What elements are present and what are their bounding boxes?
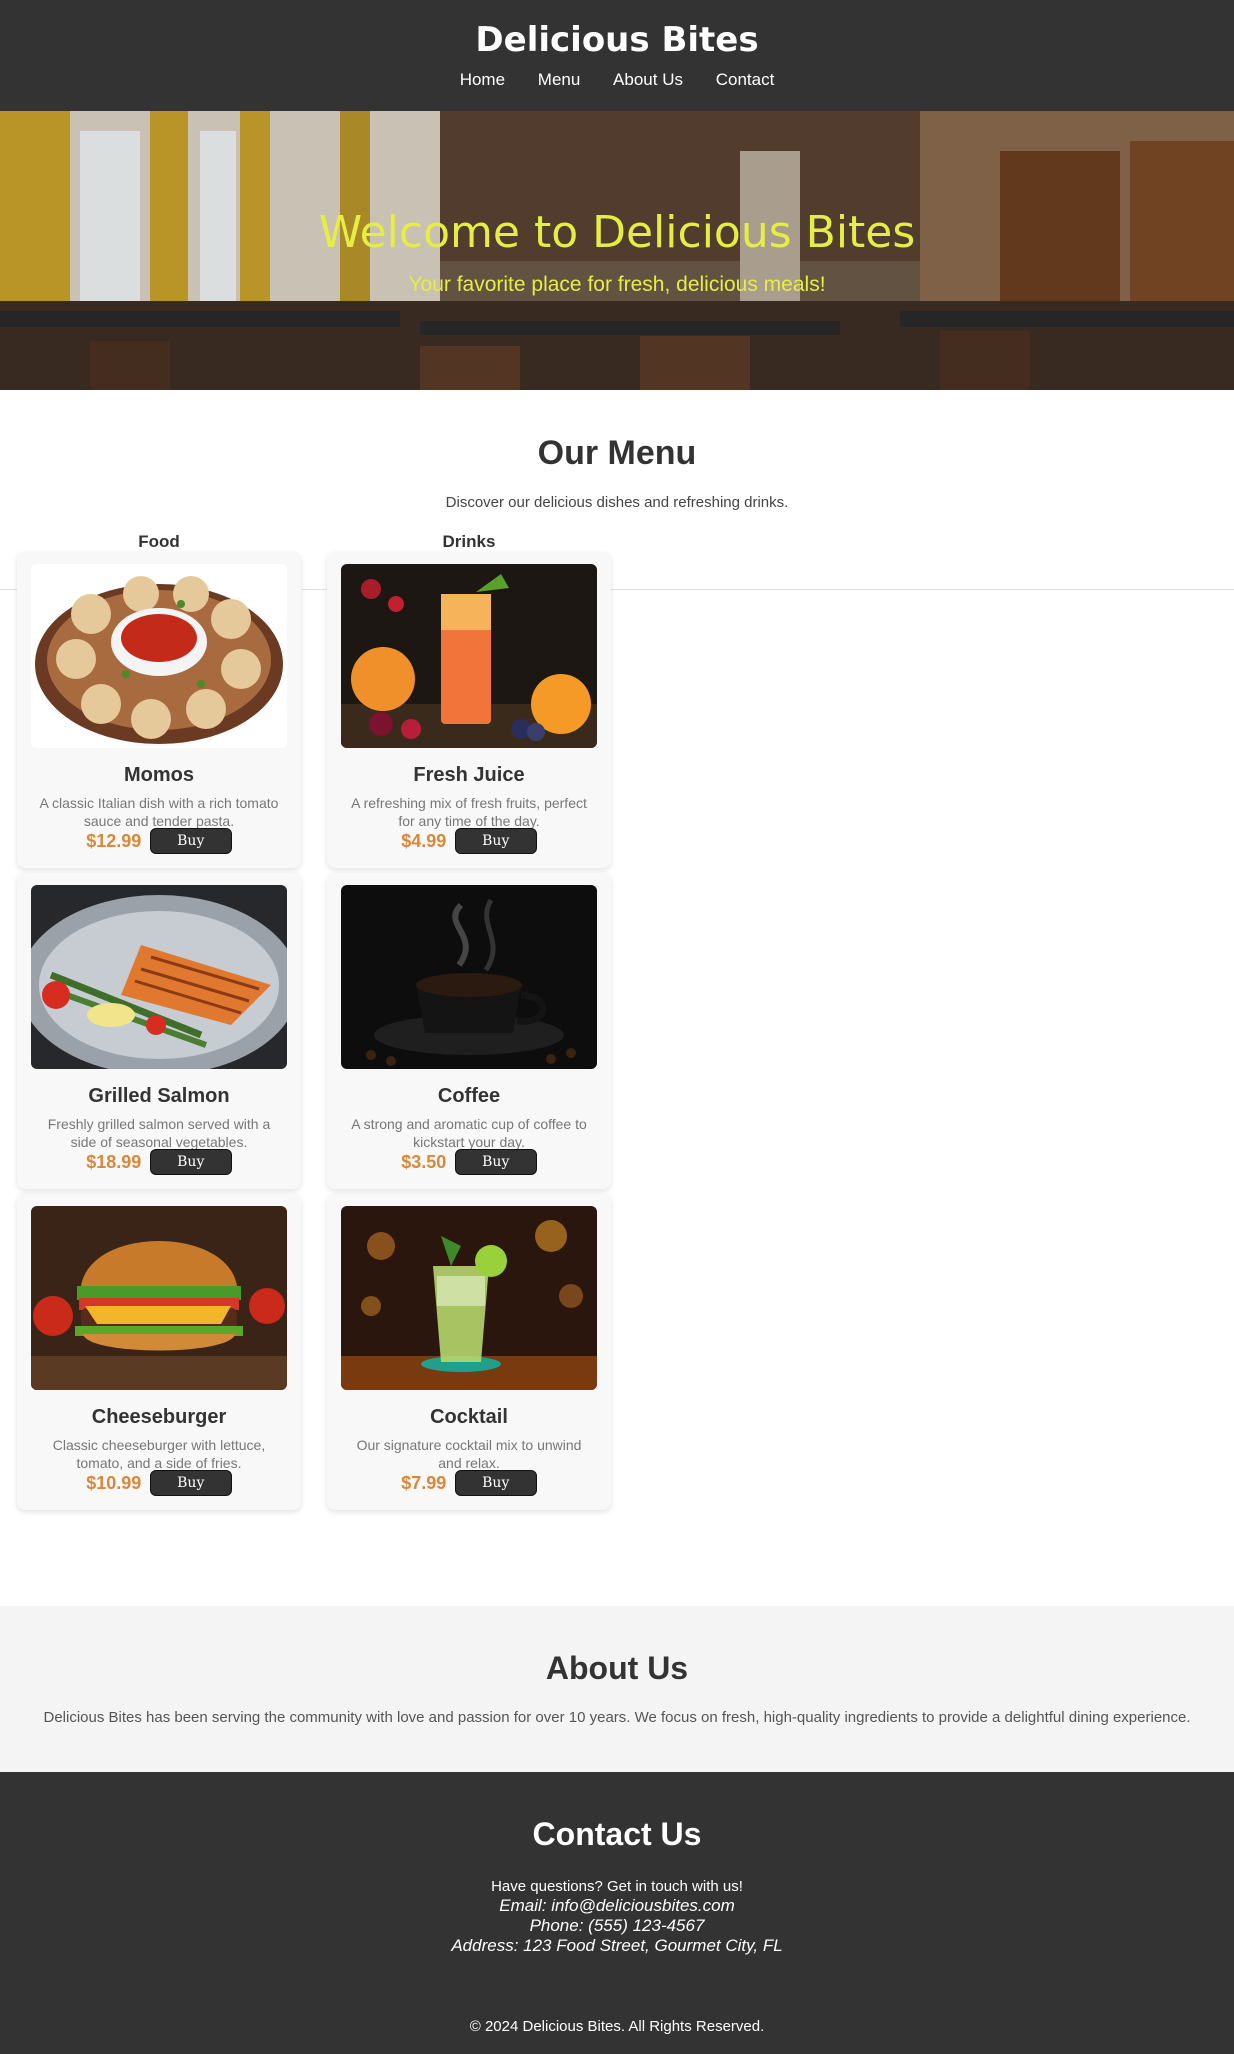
hero-subtitle: Your favorite place for fresh, delicious…: [408, 273, 826, 296]
item-description: Our signature cocktail mix to unwind and…: [356, 1437, 582, 1471]
about-text: Delicious Bites has been serving the com…: [43, 1709, 1191, 1726]
item-name: Fresh Juice: [413, 764, 525, 786]
cheeseburger-image: [31, 1206, 287, 1390]
item-description: A classic Italian dish with a rich tomat…: [39, 795, 279, 829]
nav-menu[interactable]: Menu: [538, 70, 581, 90]
contact-title: Contact Us: [532, 1816, 702, 1852]
hero-title: Welcome to Delicious Bites: [318, 207, 916, 258]
about-section: About Us Delicious Bites has been servin…: [0, 1606, 1234, 1772]
site-title: Delicious Bites: [475, 20, 759, 60]
item-description: A refreshing mix of fresh fruits, perfec…: [351, 795, 587, 829]
menu-card-fresh-juice: Fresh Juice A refreshing mix of fresh fr…: [327, 552, 611, 868]
item-price: $18.99: [86, 1151, 142, 1172]
buy-button-cheeseburger[interactable]: Buy: [149, 1470, 232, 1496]
cocktail-image: [341, 1206, 597, 1390]
price-row: $7.99 Buy: [327, 1470, 611, 1496]
menu-card-cheeseburger: Cheeseburger Classic cheeseburger with l…: [17, 1194, 301, 1510]
item-price: $12.99: [86, 830, 142, 851]
nav-contact[interactable]: Contact: [716, 70, 775, 90]
main-nav: Home Menu About Us Contact: [0, 70, 1234, 90]
item-name: Momos: [124, 764, 194, 786]
site-header: Delicious Bites Home Menu About Us Conta…: [0, 0, 1234, 111]
buy-button-momos[interactable]: Buy: [149, 828, 232, 854]
copyright: © 2024 Delicious Bites. All Rights Reser…: [469, 2018, 765, 2035]
item-name: Cocktail: [430, 1406, 508, 1428]
item-name: Cheeseburger: [91, 1406, 227, 1428]
buy-button-grilled-salmon[interactable]: Buy: [149, 1149, 232, 1175]
menu-card-cocktail: Cocktail Our signature cocktail mix to u…: [327, 1194, 611, 1510]
buy-button-coffee[interactable]: Buy: [454, 1149, 537, 1175]
price-row: $10.99 Buy: [17, 1470, 301, 1496]
menu-subtitle: Discover our delicious dishes and refres…: [445, 494, 789, 511]
menu-card-momos: Momos A classic Italian dish with a rich…: [17, 552, 301, 868]
price-row: $3.50 Buy: [327, 1149, 611, 1175]
nav-about-us[interactable]: About Us: [613, 70, 683, 90]
about-title: About Us: [545, 1650, 689, 1686]
contact-address: Address: 123 Food Street, Gourmet City, …: [451, 1936, 783, 1955]
menu-title: Our Menu: [537, 434, 697, 472]
contact-phone[interactable]: Phone: (555) 123-4567: [0, 1916, 1234, 1936]
price-row: $4.99 Buy: [327, 828, 611, 854]
item-description: Classic cheeseburger with lettuce, tomat…: [52, 1437, 266, 1471]
price-row: $18.99 Buy: [17, 1149, 301, 1175]
contact-section: Contact Us Have questions? Get in touch …: [0, 1772, 1234, 2054]
coffee-image: [341, 885, 597, 1069]
momos-image: [31, 564, 287, 748]
item-description: Freshly grilled salmon served with a sid…: [47, 1116, 271, 1150]
item-name: Grilled Salmon: [88, 1085, 230, 1107]
price-row: $12.99 Buy: [17, 828, 301, 854]
buy-button-cocktail[interactable]: Buy: [454, 1470, 537, 1496]
fresh-juice-image: [341, 564, 597, 748]
item-price: $3.50: [401, 1151, 447, 1172]
item-price: $7.99: [401, 1472, 447, 1493]
nav-home[interactable]: Home: [460, 70, 505, 90]
contact-intro: Have questions? Get in touch with us!: [491, 1878, 743, 1895]
grilled-salmon-image: [31, 885, 287, 1069]
menu-card-coffee: Coffee A strong and aromatic cup of coff…: [327, 873, 611, 1189]
item-name: Coffee: [437, 1085, 501, 1107]
menu-card-grilled-salmon: Grilled Salmon Freshly grilled salmon se…: [17, 873, 301, 1189]
food-column-heading: Food: [138, 532, 180, 551]
contact-email[interactable]: Email: info@deliciousbites.com: [0, 1896, 1234, 1916]
drinks-column-heading: Drinks: [442, 532, 496, 551]
hero-banner: Welcome to Delicious Bites Your favorite…: [0, 111, 1234, 390]
item-price: $10.99: [86, 1472, 142, 1493]
item-description: A strong and aromatic cup of coffee to k…: [351, 1116, 587, 1150]
buy-button-fresh-juice[interactable]: Buy: [454, 828, 537, 854]
item-price: $4.99: [401, 830, 447, 851]
